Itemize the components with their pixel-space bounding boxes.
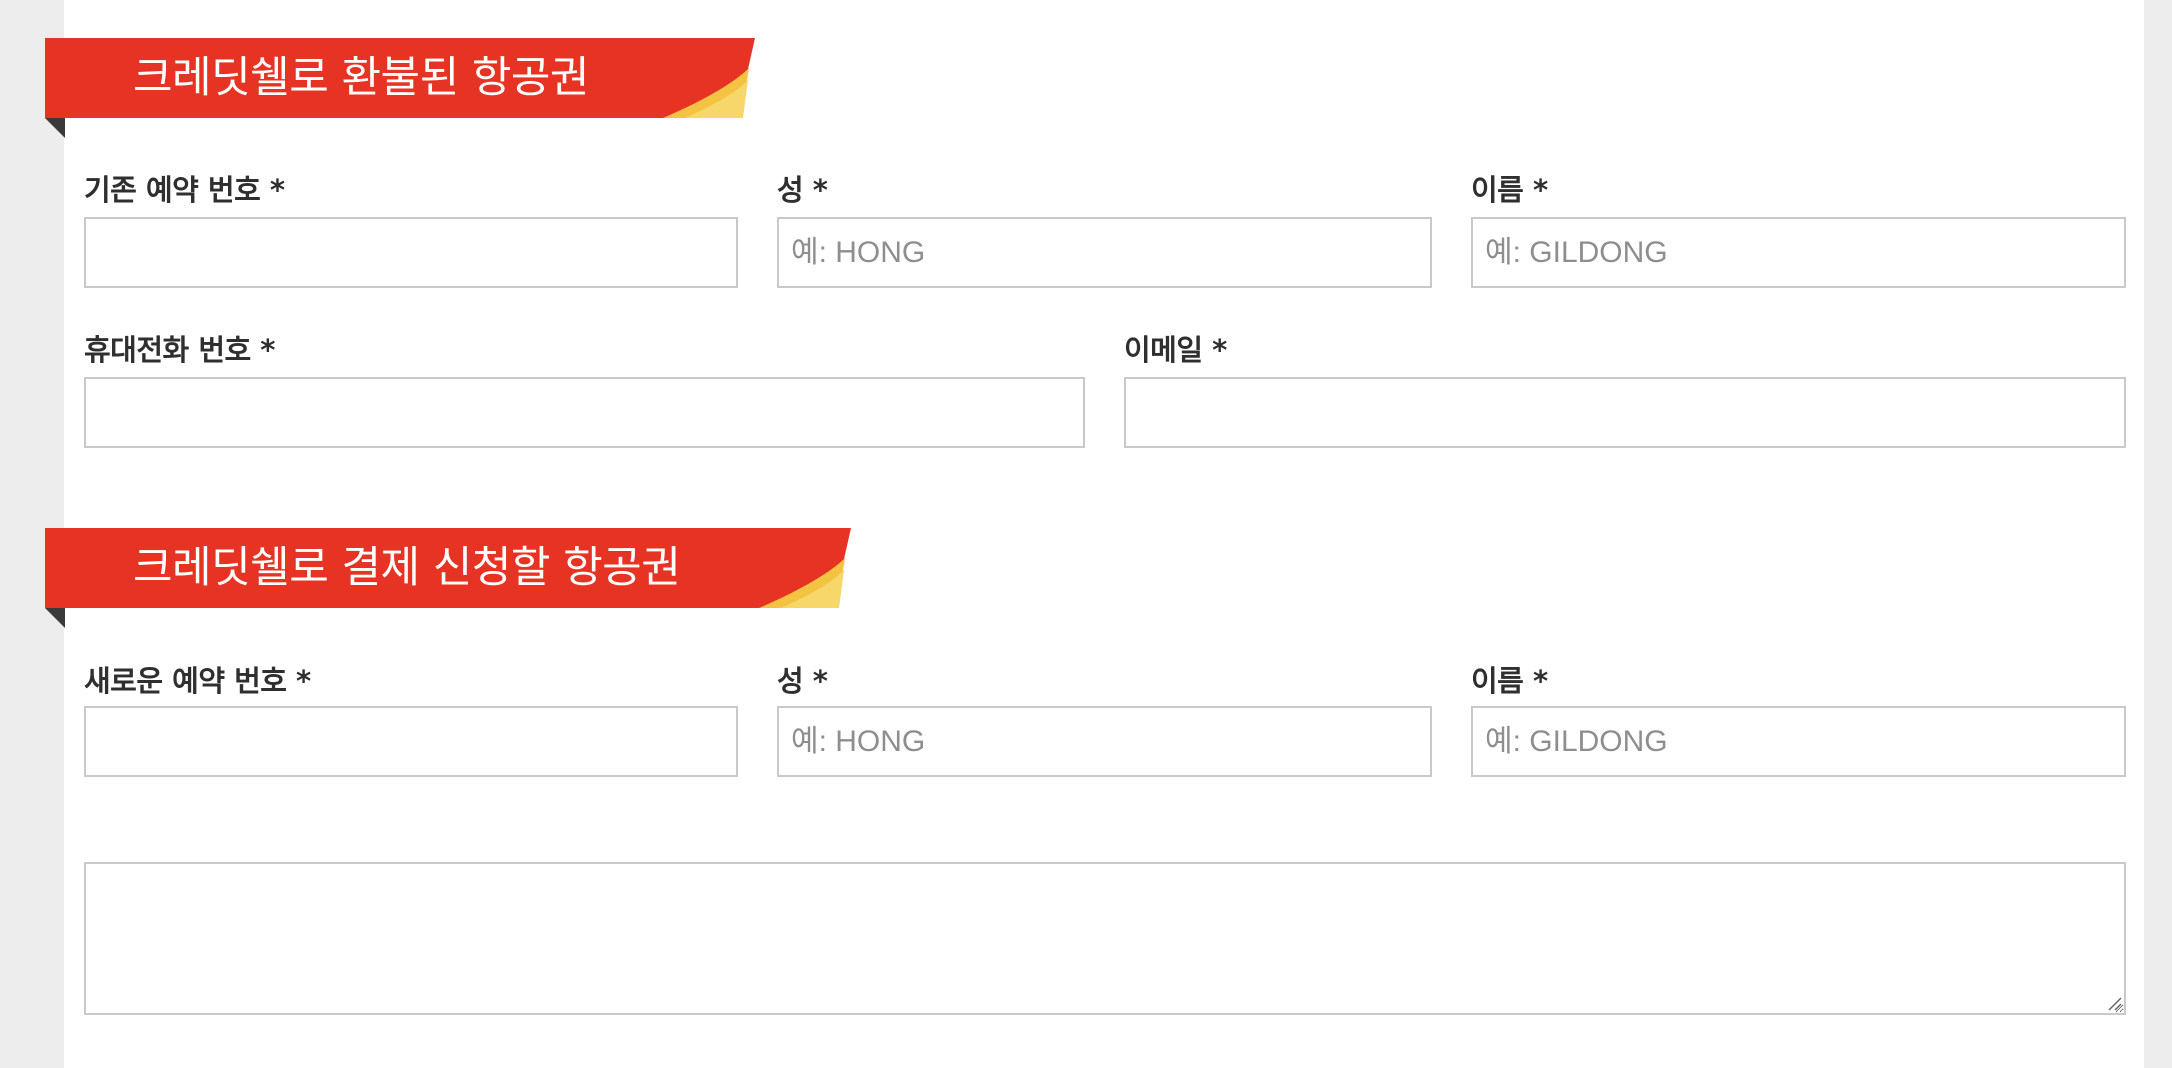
surname-input-2[interactable] (777, 706, 1432, 777)
surname-input-1[interactable] (777, 217, 1432, 288)
section-title: 크레딧쉘로 환불된 항공권 (133, 53, 590, 103)
section-title: 크레딧쉘로 결제 신청할 항공권 (133, 543, 681, 593)
label-email: 이메일 * (1124, 333, 1227, 367)
section-banner-new-payment: 크레딧쉘로 결제 신청할 항공권 (45, 528, 851, 628)
given-name-input-1[interactable] (1471, 217, 2126, 288)
label-mobile-number: 휴대전화 번호 * (84, 333, 275, 367)
email-input[interactable] (1124, 377, 2126, 448)
original-booking-number-input[interactable] (84, 217, 738, 288)
new-booking-number-input[interactable] (84, 706, 738, 777)
comment-textarea[interactable] (84, 862, 2126, 1015)
label-surname-1: 성 * (777, 173, 828, 207)
mobile-number-input[interactable] (84, 377, 1085, 448)
label-given-name-2: 이름 * (1471, 664, 1548, 698)
label-original-booking-number: 기존 예약 번호 * (84, 173, 285, 207)
label-given-name-1: 이름 * (1471, 173, 1548, 207)
label-surname-2: 성 * (777, 664, 828, 698)
section-banner-refunded: 크레딧쉘로 환불된 항공권 (45, 38, 755, 138)
given-name-input-2[interactable] (1471, 706, 2126, 777)
label-new-booking-number: 새로운 예약 번호 * (84, 664, 311, 698)
